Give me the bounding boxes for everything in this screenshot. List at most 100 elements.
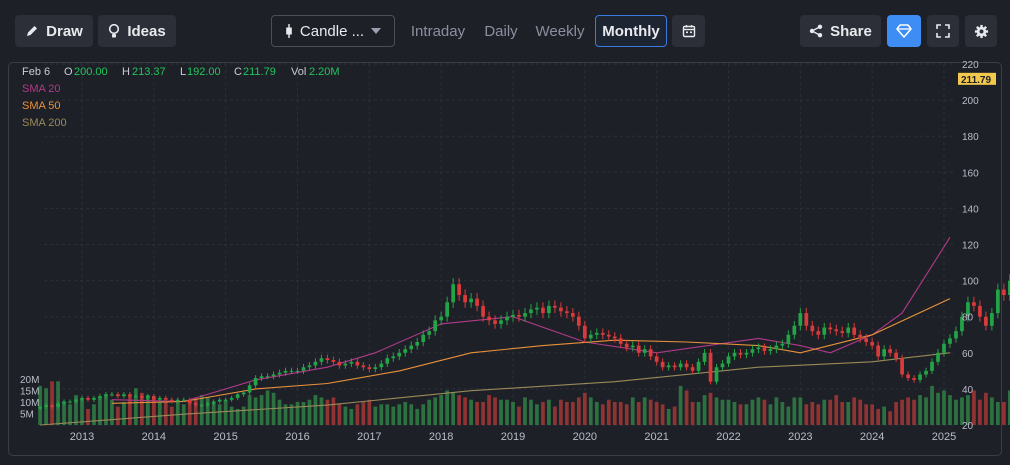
legend-date: Feb 6 <box>22 66 50 78</box>
candle <box>654 352 659 366</box>
candle <box>1002 283 1006 301</box>
price-tick: 80 <box>962 313 974 324</box>
candle-body <box>331 360 336 362</box>
time-tick: 2021 <box>644 431 668 443</box>
time-axis: 2013 2014 2015 2016 2017 2018 2019 2020 2021 2022… <box>70 431 956 443</box>
candle <box>708 349 713 385</box>
volume-bar <box>612 402 617 425</box>
legend-vol: 2.20M <box>309 66 340 78</box>
volume-bar <box>337 404 342 425</box>
volume-bar <box>798 397 803 425</box>
candle-body <box>116 394 120 397</box>
candle-body <box>181 399 186 401</box>
candle-body <box>517 314 521 317</box>
volume-bar <box>936 392 940 425</box>
candle-body <box>978 305 982 317</box>
candle <box>834 324 839 336</box>
candle-body <box>804 313 809 326</box>
volume-bar <box>870 404 875 425</box>
candle-body <box>744 352 749 355</box>
volume-bar <box>948 395 952 425</box>
candle-body <box>696 361 701 371</box>
candle <box>684 360 689 371</box>
candle <box>487 311 491 326</box>
candle <box>870 337 875 350</box>
candle-body <box>505 316 509 321</box>
candle <box>786 330 791 348</box>
candle <box>798 307 803 331</box>
candle <box>918 371 922 383</box>
price-tick: 160 <box>962 168 979 179</box>
candle-body <box>259 376 264 379</box>
candle <box>984 311 988 331</box>
volume-bar <box>499 399 503 425</box>
candle-body <box>750 349 755 353</box>
candle-body <box>912 378 916 380</box>
candle-body <box>445 302 450 317</box>
candle <box>110 391 114 397</box>
candle-body <box>942 343 946 353</box>
candle <box>313 358 318 369</box>
volume-bar <box>642 397 647 425</box>
candle <box>367 363 372 373</box>
volume-bar <box>319 397 324 425</box>
candle-body <box>834 329 839 332</box>
legend-open-label: O <box>64 66 73 78</box>
candle-body <box>900 358 904 375</box>
candle-body <box>864 338 869 342</box>
legend-sma-2: SMA 200 <box>22 117 67 129</box>
candle-body <box>954 331 958 339</box>
candle-body <box>140 396 144 398</box>
volume-bar <box>541 402 545 425</box>
volume-bar <box>415 408 420 425</box>
volume-bar <box>702 395 707 425</box>
price-tick: 220 <box>962 60 979 71</box>
price-tick: 20 <box>962 421 974 432</box>
volume-bar <box>505 399 509 425</box>
candle <box>588 330 593 343</box>
chart-legend: Feb 6 O 200.00 H 213.37 L 192.00 C 211.79 Vol 2.20… <box>22 66 340 129</box>
price-chart[interactable]: 220 200 180 160 140 120 100 80 60 40 20 20M15M10M5… <box>0 0 1010 465</box>
candle <box>810 320 815 336</box>
candle-body <box>792 325 797 335</box>
price-tick: 120 <box>962 241 979 252</box>
candle <box>541 302 545 319</box>
candle <box>385 354 390 368</box>
candle <box>463 289 467 308</box>
candle <box>696 358 701 375</box>
candle-body <box>373 367 378 370</box>
volume-bar <box>594 402 599 425</box>
volume-bar <box>678 385 683 425</box>
volume-bar <box>493 397 497 425</box>
volume-bar <box>547 399 551 425</box>
candle <box>804 307 809 331</box>
candle-body <box>541 307 545 314</box>
candle-body <box>128 394 132 397</box>
candle <box>391 352 396 362</box>
time-tick: 2017 <box>357 431 381 443</box>
volume-bar <box>217 404 222 425</box>
candle-body <box>295 370 300 372</box>
volume-bar <box>576 397 581 425</box>
candle <box>571 307 575 322</box>
candle-body <box>499 320 503 324</box>
volume-bar <box>361 402 366 425</box>
candle <box>618 334 623 348</box>
legend-close-label: C <box>234 66 242 78</box>
candle-body <box>726 356 731 364</box>
volume-bar <box>924 397 928 425</box>
candle <box>990 307 994 331</box>
candle <box>415 337 420 350</box>
sma-lines <box>40 237 951 426</box>
volume-bar <box>996 402 1000 425</box>
candle-body <box>199 405 204 407</box>
candle-body <box>906 374 910 379</box>
candle <box>780 339 785 350</box>
candle <box>954 326 958 343</box>
volume-bar <box>930 385 934 425</box>
candle-body <box>822 327 827 335</box>
volume-bar <box>122 402 126 425</box>
volume-bar <box>457 395 461 425</box>
candle-body <box>367 367 372 370</box>
candle-body <box>594 332 599 335</box>
